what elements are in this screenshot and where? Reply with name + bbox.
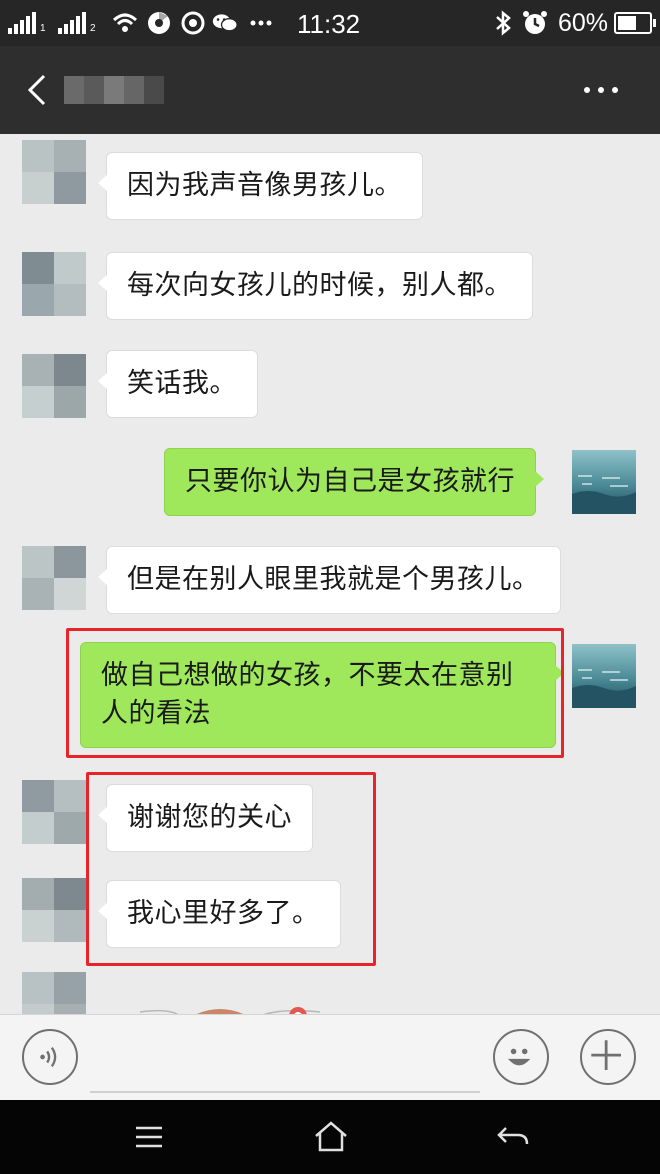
sticker-image[interactable] — [140, 994, 330, 1014]
message-incoming[interactable]: 谢谢您的关心 — [98, 784, 313, 852]
location-icon — [181, 11, 205, 35]
message-incoming[interactable]: 笑话我。 — [98, 350, 258, 418]
input-underline — [90, 1091, 480, 1093]
user-avatar[interactable] — [572, 644, 636, 708]
message-outgoing[interactable]: 只要你认为自己是女孩就行 — [164, 448, 544, 516]
more-notifications-icon — [250, 20, 272, 26]
message-incoming[interactable]: 因为我声音像男孩儿。 — [98, 152, 423, 220]
title-bar — [0, 46, 660, 134]
signal-icon: 1 — [8, 12, 46, 34]
contact-avatar[interactable] — [22, 140, 86, 204]
sim1-label: 1 — [40, 23, 46, 34]
message-outgoing[interactable]: 做自己想做的女孩，不要太在意别人的看法 — [80, 642, 564, 748]
menu-icon[interactable] — [126, 1114, 172, 1160]
battery-icon — [614, 12, 656, 34]
more-dots-icon[interactable] — [584, 80, 634, 100]
status-time: 11:32 — [297, 9, 361, 39]
plus-icon[interactable] — [580, 1029, 636, 1085]
signal-icon: 2 — [58, 12, 96, 34]
status-bar: 1 2 11:32 60% — [0, 0, 660, 46]
system-nav-bar — [0, 1100, 660, 1174]
contact-avatar[interactable] — [22, 878, 86, 942]
wifi-icon — [112, 13, 138, 32]
message-incoming[interactable]: 我心里好多了。 — [98, 880, 341, 948]
media-icon — [148, 12, 170, 34]
sim2-label: 2 — [90, 23, 96, 34]
contact-avatar[interactable] — [22, 972, 86, 1014]
battery-percent: 60% — [558, 9, 609, 37]
input-bar — [0, 1014, 660, 1100]
message-incoming[interactable]: 每次向女孩儿的时候，别人都。 — [98, 252, 533, 320]
message-input[interactable] — [90, 1023, 480, 1093]
contact-avatar[interactable] — [22, 354, 86, 418]
message-incoming[interactable]: 但是在别人眼里我就是个男孩儿。 — [98, 546, 561, 614]
voice-icon[interactable] — [22, 1029, 78, 1085]
contact-avatar[interactable] — [22, 546, 86, 610]
home-icon[interactable] — [308, 1114, 354, 1160]
contact-avatar[interactable] — [22, 252, 86, 316]
back-icon[interactable] — [490, 1114, 536, 1160]
user-avatar[interactable] — [572, 450, 636, 514]
bluetooth-icon — [496, 10, 511, 36]
alarm-icon — [523, 11, 547, 34]
contact-avatar[interactable] — [22, 780, 86, 844]
emoji-icon[interactable] — [493, 1029, 549, 1085]
chevron-left-icon[interactable] — [18, 68, 58, 112]
chat-area[interactable]: 因为我声音像男孩儿。 每次向女孩儿的时候，别人都。 笑话我。 只要你认为自己是女… — [0, 134, 660, 1014]
contact-name-blurred — [64, 70, 174, 110]
wechat-icon — [212, 14, 238, 32]
